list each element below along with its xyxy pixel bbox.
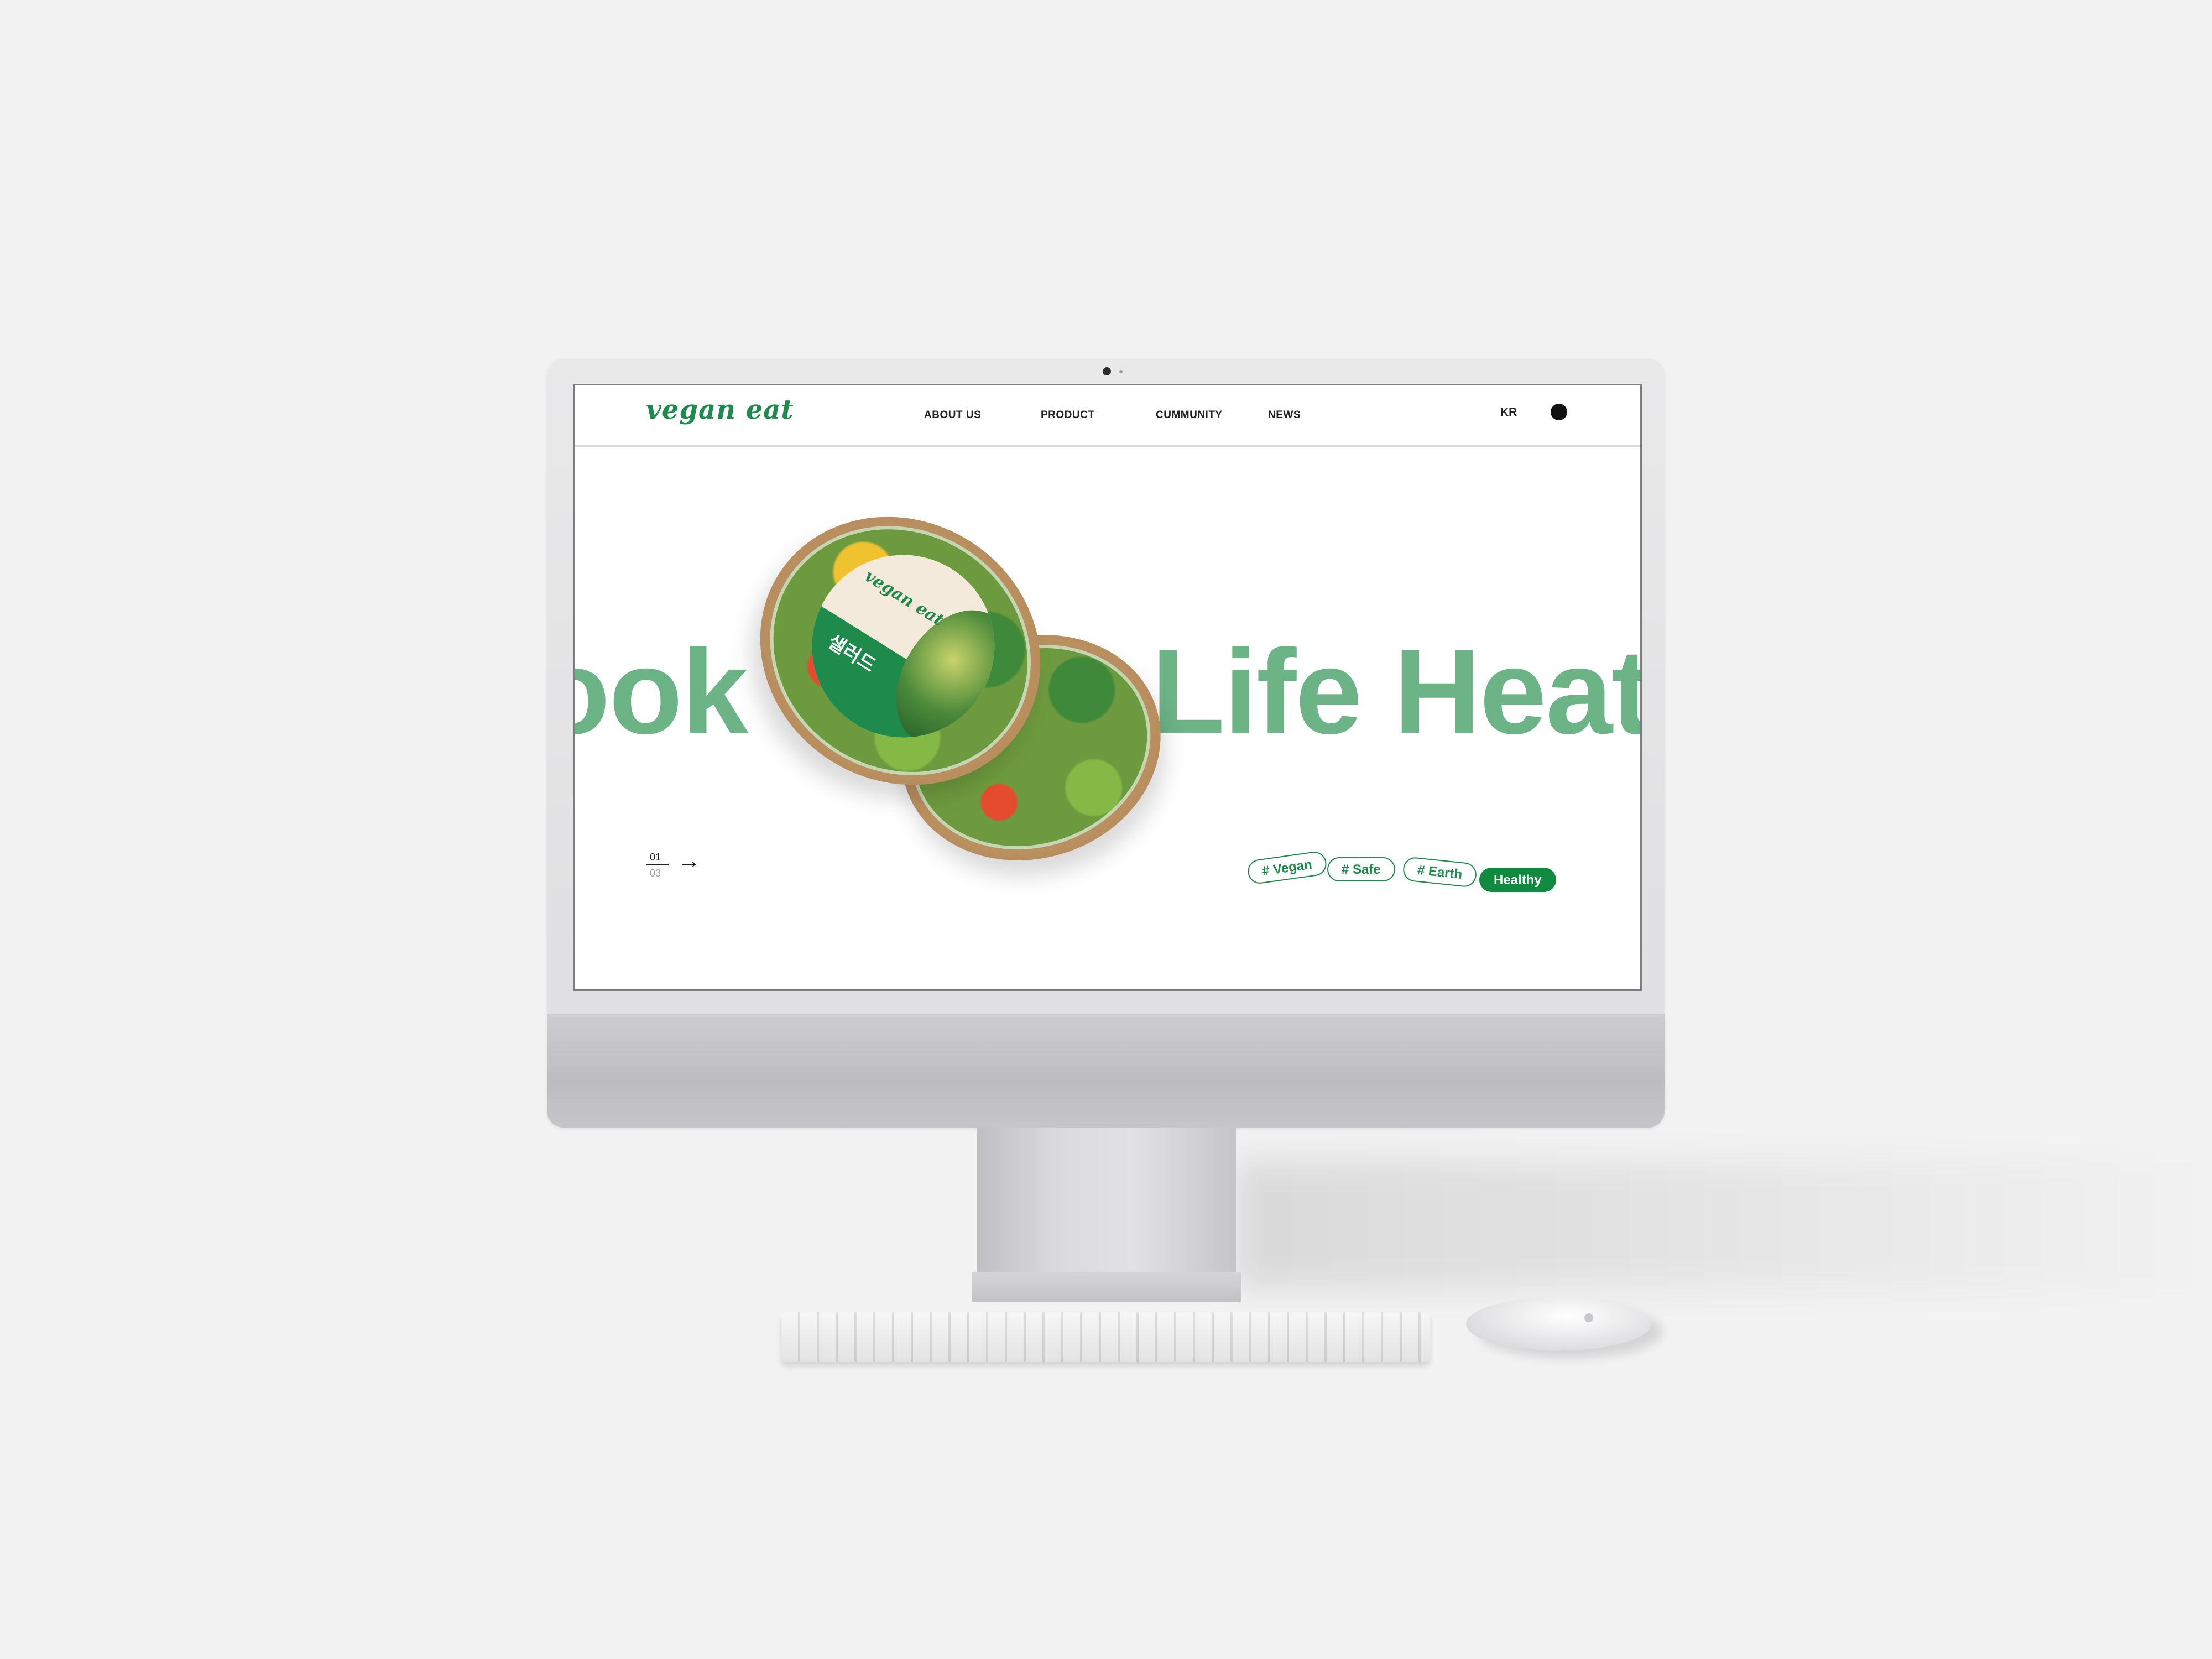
- tag-vegan[interactable]: # Vegan: [1246, 850, 1328, 885]
- language-switch[interactable]: KR: [1500, 406, 1517, 419]
- camera-indicator: [1119, 370, 1123, 373]
- nav-community[interactable]: CUMMUNITY: [1156, 409, 1223, 421]
- menu-dot-icon[interactable]: [1551, 404, 1567, 420]
- tag-earth[interactable]: # Earth: [1402, 856, 1478, 888]
- camera-icon: [1103, 367, 1111, 375]
- nav-about-us[interactable]: ABOUT US: [924, 409, 981, 421]
- pager-divider: [646, 864, 669, 865]
- site-logo[interactable]: vegan eat: [646, 394, 794, 425]
- tag-safe[interactable]: # Safe: [1327, 857, 1395, 881]
- apple-logo-icon: [1584, 1313, 1593, 1322]
- nav-product[interactable]: PRODUCT: [1041, 409, 1094, 421]
- bowl-brand: vegan eat: [861, 566, 947, 630]
- keyboard: [781, 1312, 1430, 1362]
- pager-total: 03: [650, 868, 661, 879]
- nav-news[interactable]: NEWS: [1268, 409, 1301, 421]
- monitor-chin: [547, 1014, 1665, 1128]
- website-screen: vegan eat ABOUT US PRODUCT CUMMUNITY NEW…: [573, 384, 1642, 991]
- stand-shadow: [1236, 1161, 2212, 1288]
- hero-text-right: Life Heath: [1151, 625, 1640, 759]
- pager-current: 01: [650, 852, 661, 863]
- mouse: [1466, 1297, 1651, 1350]
- site-header: vegan eat ABOUT US PRODUCT CUMMUNITY NEW…: [575, 385, 1640, 447]
- monitor-stand: [977, 1128, 1236, 1285]
- arrow-right-icon[interactable]: →: [677, 849, 701, 872]
- monitor-stand-foot: [972, 1272, 1241, 1302]
- tag-healthy[interactable]: Healthy: [1479, 868, 1556, 892]
